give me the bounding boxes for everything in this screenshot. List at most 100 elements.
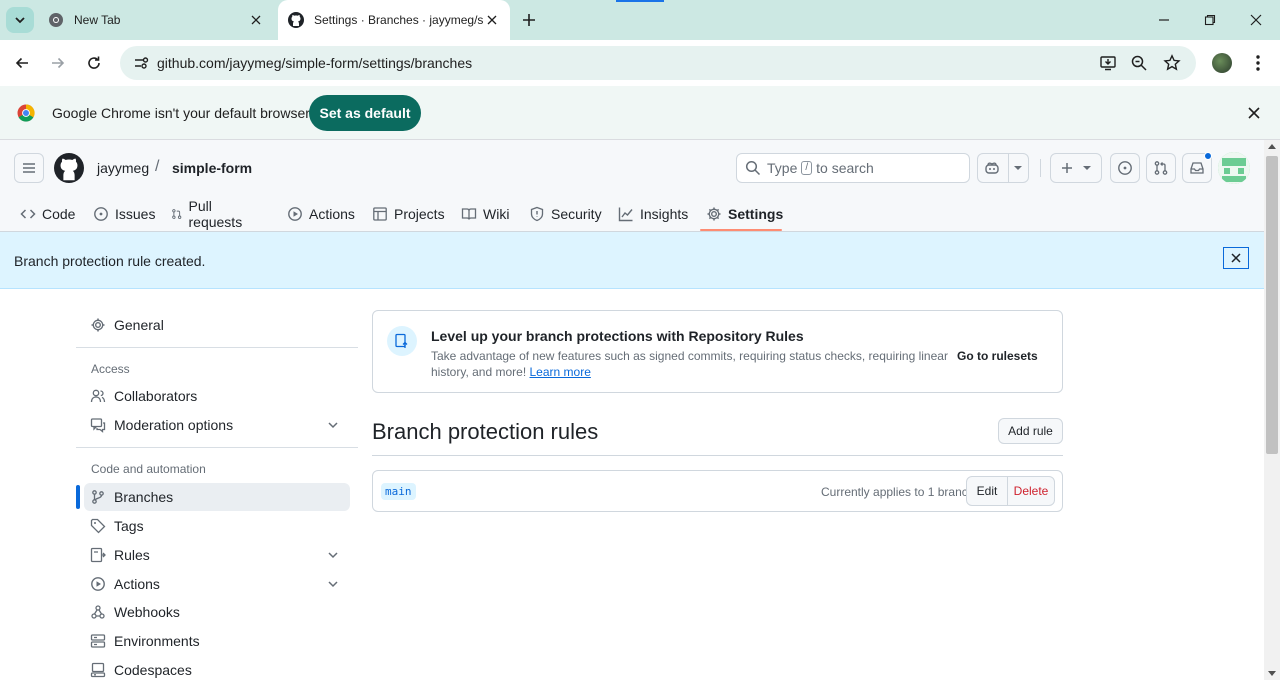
close-icon[interactable] xyxy=(1246,105,1262,121)
scroll-up-arrow-icon[interactable] xyxy=(1268,144,1276,149)
tab-label: Projects xyxy=(394,206,445,222)
tab-label: Pull requests xyxy=(188,198,243,230)
sidebar-heading-code-automation: Code and automation xyxy=(91,462,206,476)
codespaces-icon xyxy=(90,662,106,678)
sidebar-item-label: Moderation options xyxy=(114,417,234,433)
table-icon xyxy=(373,207,387,221)
profile-avatar[interactable] xyxy=(1212,53,1232,73)
zoom-icon[interactable] xyxy=(1130,54,1148,72)
copilot-icon xyxy=(984,162,999,174)
forward-button[interactable] xyxy=(48,53,68,73)
address-bar[interactable]: github.com/jayymeg/simple-form/settings/… xyxy=(120,46,1196,80)
flash-close-button[interactable] xyxy=(1223,247,1249,269)
github-logo-icon[interactable] xyxy=(54,153,84,183)
bookmark-star-icon[interactable] xyxy=(1163,54,1181,72)
breadcrumb-owner[interactable]: jayymeg xyxy=(97,160,149,176)
sidebar-item-webhooks[interactable]: Webhooks xyxy=(84,598,350,626)
sidebar-item-collaborators[interactable]: Collaborators xyxy=(84,382,350,410)
sidebar-item-environments[interactable]: Environments xyxy=(84,627,350,655)
sidebar-heading-access: Access xyxy=(91,362,130,376)
tab-insights[interactable]: Insights xyxy=(618,196,688,232)
sidebar-item-rules[interactable]: Rules xyxy=(84,541,350,569)
sidebar-item-branches[interactable]: Branches xyxy=(84,483,350,511)
go-to-rulesets-link[interactable]: Go to rulesets xyxy=(957,349,1038,363)
tab-projects[interactable]: Projects xyxy=(372,196,445,232)
add-rule-button[interactable]: Add rule xyxy=(998,418,1063,444)
chrome-icon xyxy=(49,13,63,27)
shield-icon xyxy=(530,206,544,222)
tab-label: Insights xyxy=(640,206,689,222)
url-text: github.com/jayymeg/simple-form/settings/… xyxy=(157,55,473,71)
browser-tab-new-tab[interactable]: New Tab xyxy=(38,0,274,40)
rulesets-promo-banner: Level up your branch protections with Re… xyxy=(372,310,1063,393)
edit-rule-button[interactable]: Edit xyxy=(966,476,1008,506)
site-settings-icon[interactable] xyxy=(132,54,150,72)
active-tab-underline xyxy=(700,229,782,231)
tab-settings[interactable]: Settings xyxy=(706,196,783,232)
issue-opened-icon xyxy=(1118,161,1132,175)
close-window-button[interactable] xyxy=(1248,12,1264,28)
tab-close-button[interactable] xyxy=(484,12,500,28)
graph-icon xyxy=(618,207,633,222)
new-tab-plus-icon[interactable] xyxy=(520,11,538,29)
more-vertical-icon[interactable] xyxy=(1250,53,1266,73)
tab-pull-requests[interactable]: Pull requests xyxy=(171,196,247,232)
tab-wiki[interactable]: Wiki xyxy=(461,196,509,232)
rules-icon xyxy=(395,333,408,348)
sidebar-item-tags[interactable]: Tags xyxy=(84,512,350,540)
tab-security[interactable]: Security xyxy=(529,196,602,232)
sidebar-item-label: Collaborators xyxy=(114,388,198,404)
page-scrollbar[interactable] xyxy=(1264,140,1280,680)
sidebar-item-actions[interactable]: Actions xyxy=(84,570,350,598)
scrollbar-thumb[interactable] xyxy=(1266,156,1278,454)
install-app-icon[interactable] xyxy=(1099,54,1117,72)
arrow-left-icon xyxy=(15,57,28,69)
branch-name-badge[interactable]: main xyxy=(381,483,416,500)
menu-button[interactable] xyxy=(14,153,44,183)
search-shortcut-key: / xyxy=(801,161,813,175)
close-icon xyxy=(1250,14,1262,26)
tab-code[interactable]: Code xyxy=(20,196,75,232)
breadcrumb-repo[interactable]: simple-form xyxy=(172,160,252,176)
search-placeholder: Type / to search xyxy=(767,160,874,176)
delete-rule-button[interactable]: Delete xyxy=(1007,476,1055,506)
tab-close-button[interactable] xyxy=(248,12,264,28)
branch-rule-row: main Currently applies to 1 branch Edit … xyxy=(372,470,1063,512)
create-new-button[interactable] xyxy=(1050,153,1102,183)
tab-label: Issues xyxy=(115,206,156,222)
git-pull-request-icon xyxy=(1154,161,1168,175)
set-as-default-button[interactable]: Set as default xyxy=(309,95,421,131)
header-divider xyxy=(1040,159,1041,177)
infobar-message: Google Chrome isn't your default browser xyxy=(52,105,310,121)
tab-search-button[interactable] xyxy=(6,7,34,33)
reload-button[interactable] xyxy=(84,53,104,73)
sidebar-item-moderation-options[interactable]: Moderation options xyxy=(84,411,350,439)
pull-requests-button[interactable] xyxy=(1146,153,1176,183)
rule-applies-text: Currently applies to 1 branch xyxy=(821,485,975,499)
copilot-button[interactable] xyxy=(977,153,1029,183)
back-button[interactable] xyxy=(12,53,32,73)
search-input[interactable]: Type / to search xyxy=(736,153,970,183)
user-avatar[interactable] xyxy=(1218,152,1250,184)
git-pull-request-icon xyxy=(172,209,182,219)
sidebar-item-general[interactable]: General xyxy=(84,311,350,339)
learn-more-link[interactable]: Learn more xyxy=(530,365,591,379)
server-icon xyxy=(90,634,106,648)
scroll-down-arrow-icon[interactable] xyxy=(1268,671,1276,676)
restore-button[interactable] xyxy=(1202,12,1218,28)
sidebar-item-codespaces[interactable]: Codespaces xyxy=(84,656,350,680)
minimize-button[interactable] xyxy=(1156,12,1172,28)
browser-tab-settings[interactable]: Settings · Branches · jayymeg/simple-for… xyxy=(278,0,510,40)
github-header: jayymeg / simple-form Type / to search C… xyxy=(0,140,1264,232)
tab-actions[interactable]: Actions xyxy=(287,196,355,232)
tab-label: Wiki xyxy=(483,206,510,222)
chevron-down-icon xyxy=(328,552,338,559)
reload-icon xyxy=(88,56,100,69)
section-divider xyxy=(372,455,1063,456)
repo-push-icon xyxy=(387,326,417,356)
tab-issues[interactable]: Issues xyxy=(93,196,155,232)
issues-button[interactable] xyxy=(1110,153,1140,183)
tag-icon xyxy=(90,518,106,534)
sidebar-item-label: Environments xyxy=(114,633,200,649)
tab-title: New Tab xyxy=(74,13,121,27)
